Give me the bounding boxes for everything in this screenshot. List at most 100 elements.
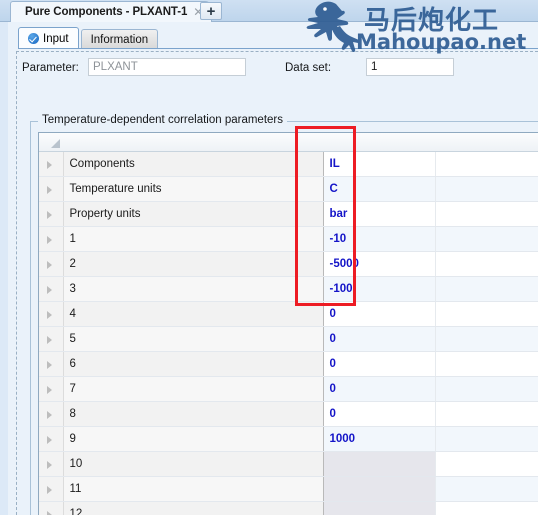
row-value-cell-2[interactable]	[435, 276, 538, 302]
row-selector-arrow-icon[interactable]	[39, 451, 64, 477]
row-value-cell-2[interactable]	[435, 476, 538, 502]
row-value-cell-1[interactable]: 0	[323, 376, 436, 402]
row-value-cell-2[interactable]	[435, 151, 538, 177]
table-row[interactable]: 12	[39, 501, 538, 515]
row-value-cell-2[interactable]	[435, 376, 538, 402]
new-tab-button[interactable]: +	[200, 2, 222, 20]
row-selector-arrow-icon[interactable]	[39, 201, 64, 227]
row-selector-arrow-icon[interactable]	[39, 351, 64, 377]
row-value-cell-1[interactable]: 0	[323, 301, 436, 327]
row-value-cell-2[interactable]	[435, 301, 538, 327]
new-tab-label: +	[206, 2, 216, 20]
row-value-cell-1[interactable]: -10	[323, 226, 436, 252]
row-value-cell-2[interactable]	[435, 501, 538, 515]
grid-header-label-col[interactable]	[63, 133, 323, 152]
row-label-cell[interactable]: 2	[63, 251, 324, 277]
table-row[interactable]: 10	[39, 451, 538, 477]
row-value-cell-2[interactable]	[435, 351, 538, 377]
parameters-grid[interactable]: Components IL Temperature units C Property u…	[38, 132, 538, 515]
table-row[interactable]: 11	[39, 476, 538, 502]
corner-triangle-icon	[51, 138, 60, 148]
document-tab-label: Pure Components - PLXANT-1	[25, 6, 188, 18]
row-value-cell-1[interactable]: 0	[323, 351, 436, 377]
row-label-cell[interactable]: 9	[63, 426, 324, 452]
table-row[interactable]: 40	[39, 301, 538, 327]
tab-input[interactable]: Input	[18, 27, 79, 49]
row-label-cell[interactable]: 8	[63, 401, 324, 427]
table-row[interactable]: 9 1000	[39, 426, 538, 452]
row-value-cell-2[interactable]	[435, 401, 538, 427]
content-pane: Input Information Parameter: PLXANT Data…	[8, 22, 538, 515]
grid-body: Components IL Temperature units C Property u…	[39, 151, 538, 515]
application-window: Pure Components - PLXANT-1 ✕ + Input Inf…	[0, 0, 538, 515]
row-value-cell-1	[323, 451, 436, 477]
row-selector-arrow-icon[interactable]	[39, 151, 64, 177]
row-label-cell[interactable]: 4	[63, 301, 324, 327]
row-value-cell-1[interactable]: C	[323, 176, 436, 202]
row-label-cell[interactable]: 1	[63, 226, 324, 252]
document-tab-strip: Pure Components - PLXANT-1 ✕ +	[0, 0, 538, 22]
row-value-cell-1[interactable]: IL	[323, 151, 436, 177]
tab-input-label: Input	[43, 32, 69, 45]
row-selector-arrow-icon[interactable]	[39, 376, 64, 402]
row-value-cell-2[interactable]	[435, 326, 538, 352]
row-selector-arrow-icon[interactable]	[39, 501, 64, 515]
row-value-cell-2[interactable]	[435, 426, 538, 452]
table-row[interactable]: 2 -5000	[39, 251, 538, 277]
row-label-cell[interactable]: 11	[63, 476, 324, 502]
row-value-cell-1[interactable]: 0	[323, 326, 436, 352]
row-value-cell-1[interactable]: -100	[323, 276, 436, 302]
dataset-label: Data set:	[285, 62, 332, 74]
row-selector-arrow-icon[interactable]	[39, 226, 64, 252]
row-selector-arrow-icon[interactable]	[39, 476, 64, 502]
row-selector-arrow-icon[interactable]	[39, 326, 64, 352]
dataset-value: 1	[371, 61, 378, 73]
row-label-cell[interactable]: 10	[63, 451, 324, 477]
row-label-cell[interactable]: 7	[63, 376, 324, 402]
parameter-value: PLXANT	[93, 61, 138, 73]
document-tab-plxant-1[interactable]: Pure Components - PLXANT-1 ✕	[10, 1, 213, 22]
table-row[interactable]: 80	[39, 401, 538, 427]
row-value-cell-1	[323, 476, 436, 502]
row-value-cell-2[interactable]	[435, 251, 538, 277]
row-value-cell-1[interactable]: 0	[323, 401, 436, 427]
row-label-cell[interactable]: Temperature units	[63, 176, 324, 202]
table-row[interactable]: Temperature units C	[39, 176, 538, 202]
row-value-cell-1[interactable]: 1000	[323, 426, 436, 452]
row-label-cell[interactable]: 5	[63, 326, 324, 352]
table-row[interactable]: 60	[39, 351, 538, 377]
row-selector-arrow-icon[interactable]	[39, 426, 64, 452]
table-row[interactable]: 50	[39, 326, 538, 352]
row-value-cell-1	[323, 501, 436, 515]
row-label-cell[interactable]: 3	[63, 276, 324, 302]
row-value-cell-2[interactable]	[435, 226, 538, 252]
row-value-cell-1[interactable]: -5000	[323, 251, 436, 277]
table-row[interactable]: 1 -10	[39, 226, 538, 252]
table-row[interactable]: Property units bar	[39, 201, 538, 227]
table-row[interactable]: Components IL	[39, 151, 538, 177]
grid-select-all-corner[interactable]	[39, 133, 63, 152]
row-label-cell[interactable]: 6	[63, 351, 324, 377]
grid-header-row	[39, 133, 538, 152]
blue-check-icon	[28, 33, 39, 44]
row-selector-arrow-icon[interactable]	[39, 401, 64, 427]
grid-header-value-col-1[interactable]	[323, 133, 435, 152]
table-row[interactable]: 3 -100	[39, 276, 538, 302]
group-title: Temperature-dependent correlation parame…	[38, 114, 287, 126]
row-value-cell-1[interactable]: bar	[323, 201, 436, 227]
row-value-cell-2[interactable]	[435, 451, 538, 477]
row-selector-arrow-icon[interactable]	[39, 276, 64, 302]
grid-header-value-col-2[interactable]	[435, 133, 538, 152]
dataset-field[interactable]: 1	[366, 58, 454, 76]
row-value-cell-2[interactable]	[435, 176, 538, 202]
row-value-cell-2[interactable]	[435, 201, 538, 227]
parameter-field[interactable]: PLXANT	[88, 58, 246, 76]
row-label-cell[interactable]: 12	[63, 501, 324, 515]
row-selector-arrow-icon[interactable]	[39, 251, 64, 277]
row-selector-arrow-icon[interactable]	[39, 176, 64, 202]
row-label-cell[interactable]: Property units	[63, 201, 324, 227]
row-selector-arrow-icon[interactable]	[39, 301, 64, 327]
tab-information[interactable]: Information	[80, 29, 159, 49]
row-label-cell[interactable]: Components	[63, 151, 324, 177]
table-row[interactable]: 70	[39, 376, 538, 402]
